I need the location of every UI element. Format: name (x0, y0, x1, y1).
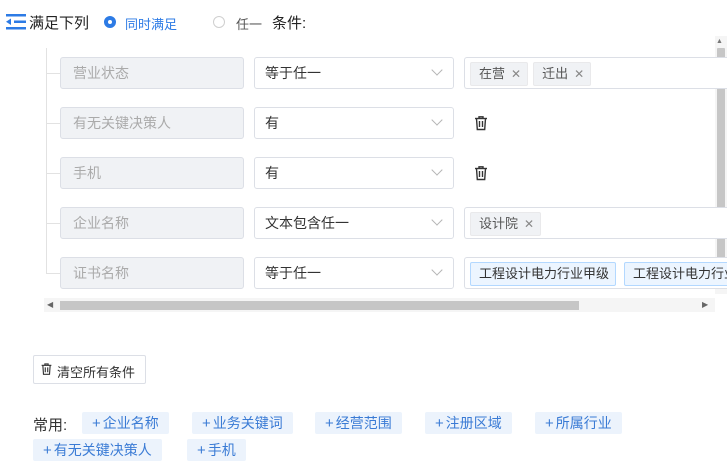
condition-operator-select[interactable]: 有 (254, 107, 454, 139)
operator-label: 文本包含任一 (265, 215, 349, 231)
chevron-down-icon (431, 164, 443, 176)
condition-field-select[interactable]: 营业状态 (60, 57, 244, 89)
radio-all-label[interactable]: 同时满足 (125, 14, 177, 33)
chip-label: 注册区域 (445, 415, 502, 431)
operator-label: 有 (265, 165, 279, 181)
condition-field-select[interactable]: 手机 (60, 157, 244, 189)
operator-label: 等于任一 (265, 265, 321, 281)
common-chip[interactable]: + 业务关键词 (192, 412, 293, 434)
condition-value-input[interactable]: 工程设计电力行业甲级 工程设计电力行业 (464, 257, 727, 289)
tag-label: 设计院 (479, 216, 519, 231)
value-tag: 工程设计电力行业 (624, 262, 727, 286)
chip-label: 业务关键词 (212, 415, 283, 431)
close-icon[interactable]: ✕ (524, 217, 534, 231)
scroll-left-icon[interactable]: ◀ (47, 300, 53, 309)
value-tag: 迁出 ✕ (533, 62, 592, 86)
tag-label: 迁出 (542, 66, 569, 81)
tag-label: 工程设计电力行业甲级 (479, 266, 610, 281)
trash-icon[interactable] (473, 115, 489, 131)
operator-label: 有 (265, 115, 279, 131)
radio-any-button[interactable] (213, 16, 225, 28)
plus-icon: + (197, 442, 206, 459)
common-chip[interactable]: + 所属行业 (535, 412, 622, 434)
plus-icon: + (92, 415, 101, 432)
trash-icon (41, 363, 52, 375)
condition-field-select[interactable]: 企业名称 (60, 207, 244, 239)
chevron-down-icon (431, 264, 443, 276)
chip-label: 所属行业 (555, 415, 612, 431)
tree-connector (46, 48, 47, 273)
condition-operator-select[interactable]: 等于任一 (254, 257, 454, 289)
chip-label: 手机 (207, 442, 236, 458)
plus-icon: + (202, 415, 211, 432)
condition-value-input[interactable]: 设计院 ✕ (464, 207, 727, 239)
common-chip[interactable]: + 企业名称 (82, 412, 169, 434)
common-chip[interactable]: + 手机 (187, 439, 246, 461)
tag-label: 在营 (479, 66, 506, 81)
condition-operator-select[interactable]: 有 (254, 157, 454, 189)
plus-icon: + (325, 415, 334, 432)
clear-all-conditions-button[interactable]: 清空所有条件 (33, 355, 146, 384)
condition-value-input[interactable]: 在营 ✕ 迁出 ✕ (464, 57, 727, 89)
radio-all-button[interactable] (104, 16, 116, 28)
tree-connector (46, 123, 60, 124)
clear-button-label: 清空所有条件 (57, 365, 136, 380)
close-icon[interactable]: ✕ (574, 67, 584, 81)
tree-connector (46, 173, 60, 174)
condition-operator-select[interactable]: 文本包含任一 (254, 207, 454, 239)
tree-connector (46, 273, 60, 274)
chip-label: 有无关键决策人 (53, 442, 152, 458)
condition-operator-select[interactable]: 等于任一 (254, 57, 454, 89)
chevron-down-icon (431, 114, 443, 126)
tree-connector (46, 223, 60, 224)
close-icon[interactable]: ✕ (511, 67, 521, 81)
chevron-down-icon (431, 64, 443, 76)
value-tag: 在营 ✕ (470, 62, 529, 86)
plus-icon: + (435, 415, 444, 432)
plus-icon: + (43, 442, 52, 459)
common-label: 常用: (33, 417, 68, 434)
scroll-up-icon[interactable]: ▲ (716, 38, 723, 45)
value-tag: 工程设计电力行业甲级 (470, 262, 617, 286)
chip-label: 企业名称 (102, 415, 159, 431)
value-tag: 设计院 ✕ (470, 212, 542, 236)
trash-icon[interactable] (473, 165, 489, 181)
tag-label: 工程设计电力行业 (633, 266, 727, 281)
condition-field-select[interactable]: 证书名称 (60, 257, 244, 289)
tree-connector (46, 73, 60, 74)
scroll-right-icon[interactable]: ▶ (702, 300, 708, 309)
horizontal-scrollbar-thumb[interactable] (60, 301, 579, 310)
chevron-down-icon (431, 214, 443, 226)
common-chip[interactable]: + 经营范围 (315, 412, 402, 434)
common-chip[interactable]: + 注册区域 (425, 412, 512, 434)
chip-label: 经营范围 (335, 415, 392, 431)
condition-label: 条件: (272, 15, 307, 32)
radio-any-label[interactable]: 任一 (236, 14, 262, 33)
condition-field-select[interactable]: 有无关键决策人 (60, 107, 244, 139)
menu-collapse-icon[interactable] (6, 13, 26, 31)
header-title: 满足下列 (29, 15, 90, 32)
common-chip[interactable]: + 有无关键决策人 (33, 439, 162, 461)
plus-icon: + (545, 415, 554, 432)
operator-label: 等于任一 (265, 65, 321, 81)
